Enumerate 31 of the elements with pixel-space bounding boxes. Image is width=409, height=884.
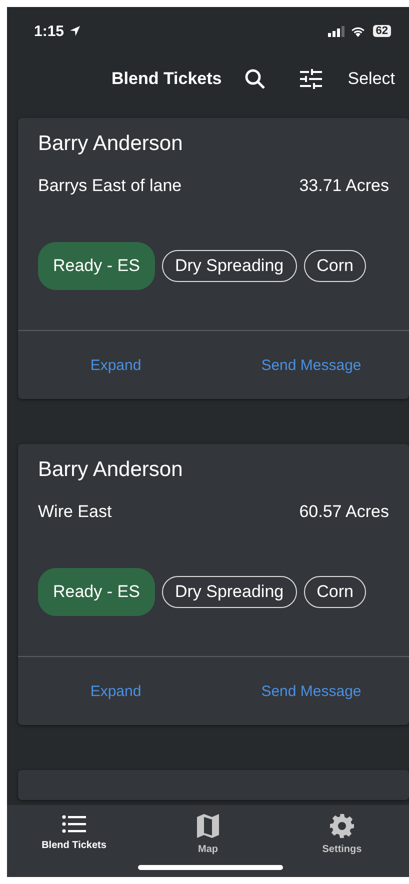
- gear-icon: [330, 814, 354, 838]
- search-icon[interactable]: [244, 68, 266, 90]
- customer-name: Barry Anderson: [37, 131, 184, 157]
- field-acreage: 60.57 Acres: [299, 502, 389, 522]
- status-chip: Ready - ES: [38, 242, 155, 290]
- map-icon: [197, 814, 219, 838]
- status-chip: Ready - ES: [38, 568, 155, 616]
- expand-button[interactable]: Expand: [18, 682, 214, 700]
- list-icon: [62, 814, 86, 834]
- screen-title: Blend Tickets: [112, 69, 222, 89]
- tag-chip: Corn: [304, 576, 366, 608]
- signal-icon: [328, 26, 345, 36]
- field-name: Barrys East of lane: [38, 176, 182, 196]
- wifi-icon: [350, 25, 366, 37]
- select-button[interactable]: Select: [342, 65, 401, 93]
- send-message-button[interactable]: Send Message: [214, 682, 409, 700]
- location-arrow-icon: [69, 25, 82, 37]
- filter-sliders-icon[interactable]: [300, 69, 322, 89]
- tag-chip: Dry Spreading: [162, 250, 297, 282]
- expand-button[interactable]: Expand: [18, 356, 214, 374]
- tab-bar-item[interactable]: Map: [141, 813, 275, 856]
- status-time: 1:15: [34, 22, 64, 40]
- battery-level: 62: [372, 25, 391, 37]
- field-acreage: 33.71 Acres: [299, 176, 389, 196]
- send-message-button[interactable]: Send Message: [214, 356, 409, 374]
- field-name: Wire East: [38, 502, 112, 522]
- customer-name: Barry Anderson: [37, 457, 184, 483]
- tag-chip: Dry Spreading: [162, 576, 297, 608]
- tab-bar-item[interactable]: Blend Tickets: [7, 813, 141, 852]
- tab-bar-item[interactable]: Settings: [275, 813, 409, 856]
- tag-chip: Corn: [304, 250, 366, 282]
